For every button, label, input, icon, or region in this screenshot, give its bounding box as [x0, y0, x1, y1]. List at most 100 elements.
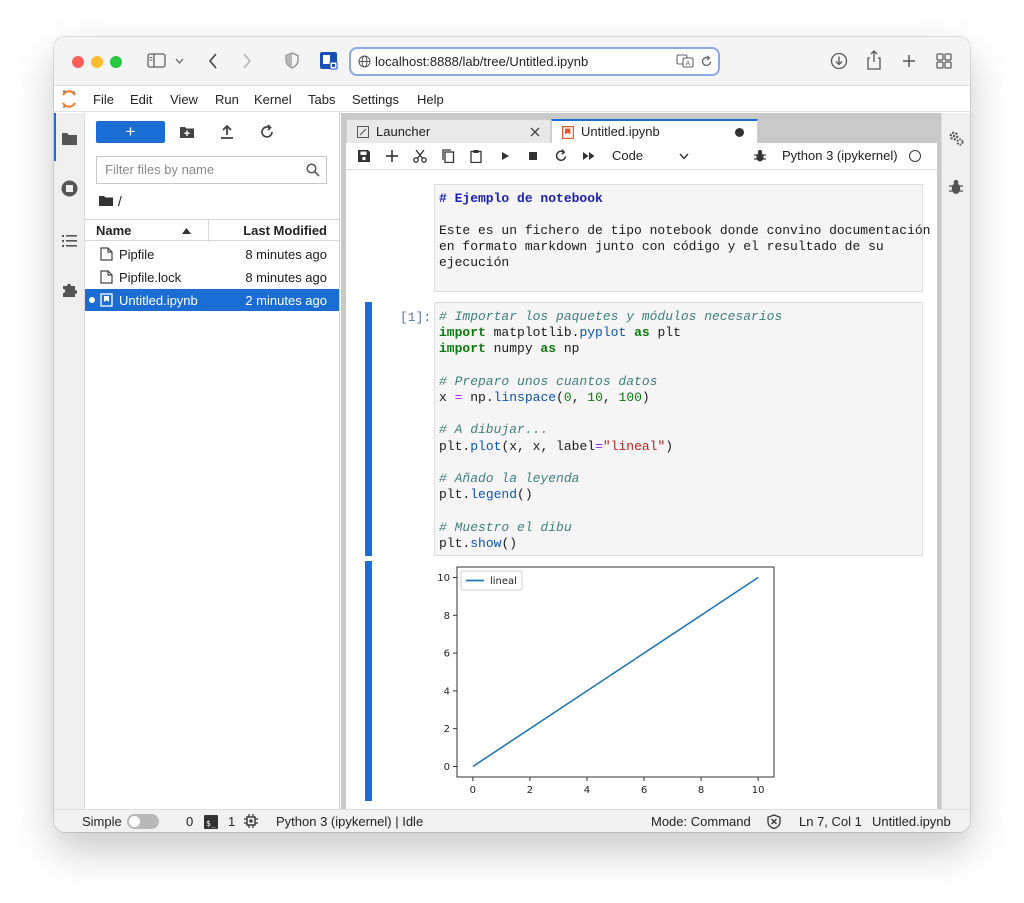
cell-type-select[interactable]: Code: [612, 148, 643, 163]
cursor-position[interactable]: Ln 7, Col 1: [799, 814, 862, 829]
new-launcher-button[interactable]: +: [96, 121, 165, 143]
menu-settings[interactable]: Settings: [352, 92, 399, 107]
interrupt-kernel-icon[interactable]: [526, 149, 540, 163]
property-inspector-icon[interactable]: [948, 130, 965, 147]
new-folder-icon[interactable]: [179, 124, 195, 140]
execution-prompt: [1]:: [400, 310, 432, 325]
translate-icon[interactable]: A: [676, 54, 694, 68]
kernel-chip-icon[interactable]: [244, 814, 258, 828]
paste-icon[interactable]: [469, 149, 483, 163]
simple-mode-toggle[interactable]: [127, 814, 159, 829]
code-line: x = np.linspace(0, 10, 100): [439, 390, 650, 406]
close-icon[interactable]: [530, 127, 540, 137]
y-tick-label: 6: [444, 649, 450, 660]
notebook-icon: [562, 126, 574, 139]
security-shield-icon[interactable]: [767, 814, 781, 829]
upload-icon[interactable]: [219, 124, 235, 140]
code-line: plt.plot(x, x, label="lineal"): [439, 438, 674, 454]
status-filename: Untitled.ipynb: [872, 814, 951, 829]
table-of-contents-icon[interactable]: [61, 232, 78, 249]
new-tab-icon[interactable]: [902, 54, 916, 68]
run-cell-icon[interactable]: [498, 149, 512, 163]
notebook-mode: Mode: Command: [651, 814, 751, 829]
address-bar[interactable]: localhost:8888/lab/tree/Untitled.ipynb A: [349, 47, 720, 76]
output-collapser[interactable]: [365, 561, 372, 801]
y-tick-label: 10: [437, 573, 450, 584]
code-line: import numpy as np: [439, 341, 580, 357]
code-editor[interactable]: # Importar los paquetes y módulos necesa…: [439, 309, 782, 552]
refresh-icon[interactable]: [259, 124, 275, 140]
running-kernels-icon[interactable]: [61, 180, 78, 197]
markdown-cell[interactable]: # Ejemplo de notebook Este es un fichero…: [434, 184, 930, 292]
sort-ascending-icon[interactable]: [182, 228, 191, 234]
tab-overview-icon[interactable]: [936, 53, 952, 69]
menu-file[interactable]: File: [93, 92, 114, 107]
file-filter-input[interactable]: [105, 162, 295, 177]
zoom-window-button[interactable]: [110, 56, 122, 68]
folder-icon[interactable]: [61, 130, 78, 147]
menu-help[interactable]: Help: [417, 92, 444, 107]
cut-icon[interactable]: [413, 149, 427, 163]
copy-icon[interactable]: [441, 149, 455, 163]
svg-text:$_: $_: [206, 819, 216, 828]
shield-icon[interactable]: [285, 52, 299, 69]
file-row[interactable]: Pipfile 8 minutes ago: [85, 243, 339, 265]
chevron-down-icon[interactable]: [679, 153, 689, 160]
kernel-status[interactable]: Python 3 (ipykernel) | Idle: [276, 814, 423, 829]
menu-tabs[interactable]: Tabs: [308, 92, 335, 107]
column-divider: [208, 220, 209, 242]
restart-kernel-icon[interactable]: [554, 149, 568, 163]
menu-run[interactable]: Run: [215, 92, 239, 107]
jupyter-logo-icon: [62, 90, 76, 108]
fast-forward-icon[interactable]: [582, 149, 596, 163]
tab-launcher[interactable]: Launcher: [346, 119, 551, 143]
column-last-modified[interactable]: Last Modified: [243, 223, 327, 238]
sidebar-toggle-icon[interactable]: [147, 53, 166, 68]
file-name: Untitled.ipynb: [119, 293, 198, 308]
simple-mode-label: Simple: [82, 814, 122, 829]
close-window-button[interactable]: [72, 56, 84, 68]
file-filter[interactable]: [96, 156, 327, 184]
reload-icon[interactable]: [700, 55, 713, 68]
extension-icon[interactable]: [319, 51, 339, 71]
kernel-count[interactable]: 1: [228, 814, 235, 829]
code-line: plt.show(): [439, 535, 518, 551]
kernel-name[interactable]: Python 3 (ipykernel): [782, 148, 898, 163]
home-folder-icon[interactable]: [99, 195, 114, 207]
terminal-count[interactable]: 0: [186, 814, 193, 829]
terminal-icon[interactable]: $_: [204, 815, 218, 829]
column-name[interactable]: Name: [96, 223, 131, 238]
code-line: # Muestro el dibu: [439, 519, 572, 535]
save-icon[interactable]: [357, 149, 371, 163]
globe-icon: [358, 55, 371, 68]
file-browser-panel: + / Name: [85, 113, 340, 809]
menu-edit[interactable]: Edit: [130, 92, 152, 107]
debugger-panel-icon[interactable]: [948, 179, 964, 196]
menu-view[interactable]: View: [170, 92, 198, 107]
tab-untitled-notebook[interactable]: Untitled.ipynb: [551, 119, 758, 143]
unsaved-dot-icon[interactable]: [735, 128, 744, 137]
menu-kernel[interactable]: Kernel: [254, 92, 292, 107]
forward-icon[interactable]: [242, 53, 252, 69]
jupyter-menubar: File Edit View Run Kernel Tabs Settings …: [54, 87, 970, 112]
code-cell[interactable]: # Importar los paquetes y módulos necesa…: [434, 302, 923, 556]
output-plot: 0 2 4 6 8 10 0 2 4 6 8 10 lineal: [426, 562, 786, 798]
share-icon[interactable]: [866, 50, 882, 70]
minimize-window-button[interactable]: [91, 56, 103, 68]
file-modified: 8 minutes ago: [245, 247, 327, 262]
download-icon[interactable]: [830, 52, 848, 70]
file-row[interactable]: Pipfile.lock 8 minutes ago: [85, 266, 339, 288]
cell-collapser[interactable]: [365, 302, 372, 556]
back-icon[interactable]: [208, 53, 218, 69]
code-line: import matplotlib.pyplot as plt: [439, 325, 681, 341]
code-line: # Añado la leyenda: [439, 471, 580, 487]
breadcrumb-path[interactable]: /: [118, 193, 122, 209]
chevron-down-icon[interactable]: [175, 58, 184, 64]
file-row-selected[interactable]: Untitled.ipynb 2 minutes ago: [85, 289, 339, 311]
code-line: plt.legend(): [439, 487, 533, 503]
debugger-icon[interactable]: [753, 149, 767, 163]
extension-manager-icon[interactable]: [61, 281, 78, 298]
add-cell-icon[interactable]: [385, 149, 399, 163]
markdown-line: Este es un fichero de tipo notebook dond…: [439, 223, 931, 238]
